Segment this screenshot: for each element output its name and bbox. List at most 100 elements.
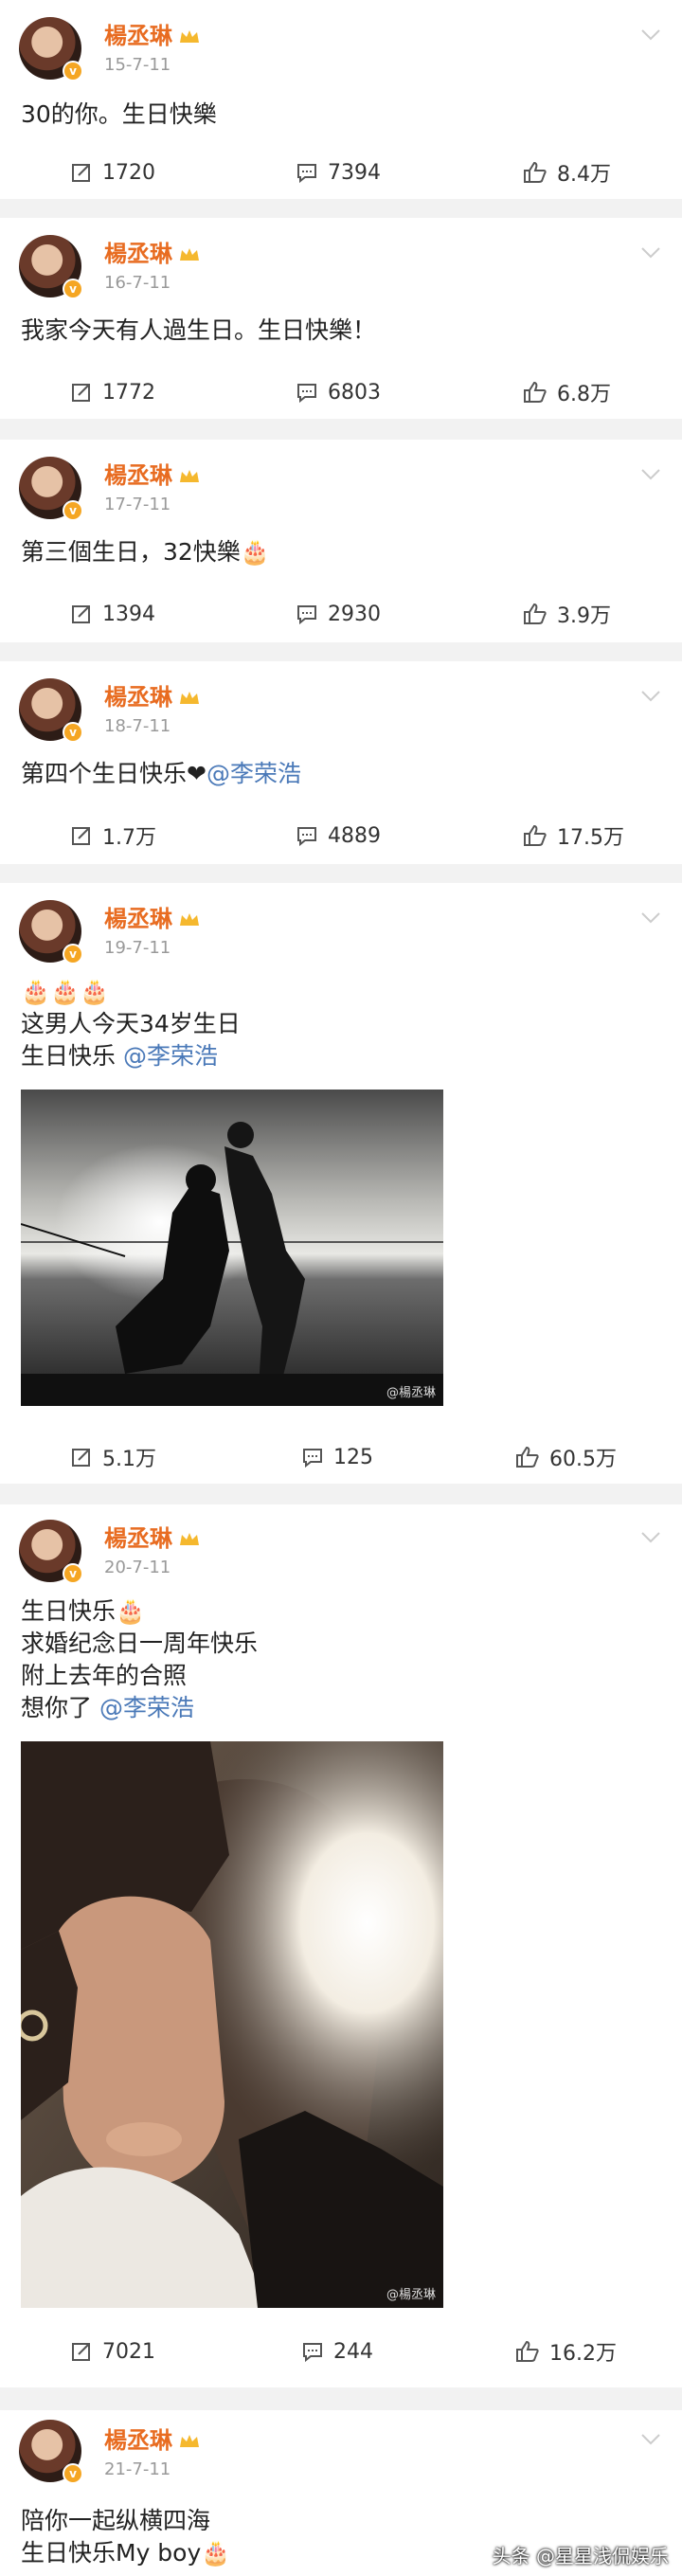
crown-icon	[180, 248, 199, 261]
like-button[interactable]: 6.8万	[523, 373, 611, 411]
post-date: 15-7-11	[104, 55, 171, 75]
weibo-post: v 楊丞琳 18-7-11 第四个生日快乐❤@李荣浩 1.7万 4889 17.…	[0, 661, 682, 864]
like-button[interactable]: 17.5万	[523, 817, 624, 855]
crown-icon	[180, 470, 199, 482]
post-separator	[0, 2387, 682, 2410]
mention-link[interactable]: @李荣浩	[99, 1694, 194, 1721]
chevron-down-icon[interactable]	[640, 690, 661, 703]
post-actions: 7021 244 16.2万	[0, 2333, 682, 2370]
weibo-post: v 楊丞琳 15-7-11 30的你。生日快樂 1720 7394 8.4万	[0, 0, 682, 199]
like-button[interactable]: 16.2万	[515, 2333, 617, 2370]
repost-icon	[72, 384, 90, 402]
post-text: 我家今天有人過生日。生日快樂！	[21, 316, 377, 344]
avatar[interactable]: v	[19, 17, 83, 81]
post-actions: 1.7万 4889 17.5万	[0, 817, 682, 855]
avatar[interactable]: v	[19, 457, 83, 521]
post-date: 17-7-11	[104, 495, 171, 514]
post-date: 19-7-11	[104, 938, 171, 958]
repost-button[interactable]: 5.1万	[70, 1438, 156, 1476]
post-text: 第三個生日，32快樂🎂	[21, 538, 270, 566]
comment-button[interactable]: 4889	[296, 817, 381, 855]
thumbs-up-icon	[524, 603, 547, 624]
repost-icon	[72, 164, 90, 182]
post-text: 🎂🎂🎂 这男人今天34岁生日 生日快乐 @李荣浩	[21, 978, 241, 1070]
weibo-post: v 楊丞琳 16-7-11 我家今天有人過生日。生日快樂！ 1772 6803 …	[0, 218, 682, 419]
post-separator	[0, 864, 682, 883]
weibo-post: v 楊丞琳 17-7-11 第三個生日，32快樂🎂 1394 2930 3.9万	[0, 440, 682, 642]
post-separator	[0, 199, 682, 218]
repost-button[interactable]: 1.7万	[70, 817, 156, 855]
repost-button[interactable]: 1394	[70, 595, 155, 633]
chevron-down-icon[interactable]	[640, 1531, 661, 1544]
verified-badge-icon: v	[63, 61, 83, 81]
like-button[interactable]: 60.5万	[515, 1438, 617, 1476]
chevron-down-icon[interactable]	[640, 246, 661, 260]
watermark: @楊丞琳	[386, 1386, 436, 1400]
repost-button[interactable]: 7021	[70, 2333, 155, 2370]
comment-button[interactable]: 125	[301, 1438, 373, 1476]
post-date: 21-7-11	[104, 2459, 171, 2479]
watermark: @楊丞琳	[386, 2288, 436, 2302]
post-actions: 5.1万 125 60.5万	[0, 1438, 682, 1476]
comment-icon	[303, 2343, 322, 2363]
comment-icon	[297, 605, 316, 625]
verified-badge-icon: v	[63, 2463, 83, 2484]
verified-badge-icon: v	[63, 944, 83, 964]
author-name[interactable]: 楊丞琳	[104, 2422, 201, 2455]
repost-icon	[72, 2343, 90, 2361]
chevron-down-icon[interactable]	[640, 911, 661, 925]
thumbs-up-icon	[516, 1446, 539, 1468]
crown-icon	[180, 692, 199, 704]
crown-icon	[180, 30, 199, 43]
repost-button[interactable]: 1720	[70, 153, 155, 191]
avatar[interactable]: v	[19, 2420, 83, 2484]
comment-icon	[297, 384, 316, 404]
chevron-down-icon[interactable]	[640, 28, 661, 42]
author-name[interactable]: 楊丞琳	[104, 678, 201, 712]
verified-badge-icon: v	[63, 279, 83, 299]
repost-button[interactable]: 1772	[70, 373, 155, 411]
chevron-down-icon[interactable]	[640, 468, 661, 481]
verified-badge-icon: v	[63, 722, 83, 743]
thumbs-up-icon	[524, 381, 547, 403]
author-name[interactable]: 楊丞琳	[104, 235, 201, 268]
post-photo[interactable]: @楊丞琳	[21, 1741, 443, 2308]
author-name[interactable]: 楊丞琳	[104, 900, 201, 933]
thumbs-up-icon	[524, 824, 547, 846]
like-button[interactable]: 8.4万	[523, 153, 611, 191]
avatar[interactable]: v	[19, 1520, 83, 1584]
weibo-post: v 楊丞琳 21-7-11 陪你一起纵横四海 生日快乐My boy🎂 头条 @星…	[0, 2410, 682, 2576]
thumbs-up-icon	[524, 161, 547, 183]
post-actions: 1394 2930 3.9万	[0, 595, 682, 633]
post-photo[interactable]: @楊丞琳	[21, 1090, 443, 1406]
mention-link[interactable]: @李荣浩	[206, 760, 301, 787]
comment-button[interactable]: 244	[301, 2333, 373, 2370]
post-actions: 1720 7394 8.4万	[0, 153, 682, 191]
post-text: 30的你。生日快樂	[21, 100, 217, 128]
author-name[interactable]: 楊丞琳	[104, 1520, 201, 1553]
avatar[interactable]: v	[19, 900, 83, 964]
author-name[interactable]: 楊丞琳	[104, 457, 201, 490]
post-separator	[0, 419, 682, 440]
post-separator	[0, 1484, 682, 1504]
repost-icon	[72, 1449, 90, 1467]
author-name[interactable]: 楊丞琳	[104, 17, 201, 50]
mention-link[interactable]: @李荣浩	[123, 1042, 218, 1070]
comment-button[interactable]: 6803	[296, 373, 381, 411]
chevron-down-icon[interactable]	[640, 2433, 661, 2446]
avatar[interactable]: v	[19, 235, 83, 299]
post-date: 20-7-11	[104, 1558, 171, 1577]
post-date: 16-7-11	[104, 273, 171, 293]
like-button[interactable]: 3.9万	[523, 595, 611, 633]
avatar[interactable]: v	[19, 678, 83, 743]
photo-couple-selfie	[21, 1741, 443, 2308]
source-watermark: 头条 @星星浅侃娱乐	[492, 2545, 669, 2567]
comment-icon	[303, 1449, 322, 1468]
post-separator	[0, 642, 682, 661]
comment-button[interactable]: 7394	[296, 153, 381, 191]
comment-button[interactable]: 2930	[296, 595, 381, 633]
crown-icon	[180, 1533, 199, 1545]
weibo-post: v 楊丞琳 19-7-11 🎂🎂🎂 这男人今天34岁生日 生日快乐 @李荣浩 @…	[0, 883, 682, 1484]
repost-icon	[72, 605, 90, 623]
post-text: 生日快乐🎂 求婚纪念日一周年快乐 附上去年的合照 想你了 @李荣浩	[21, 1597, 259, 1721]
